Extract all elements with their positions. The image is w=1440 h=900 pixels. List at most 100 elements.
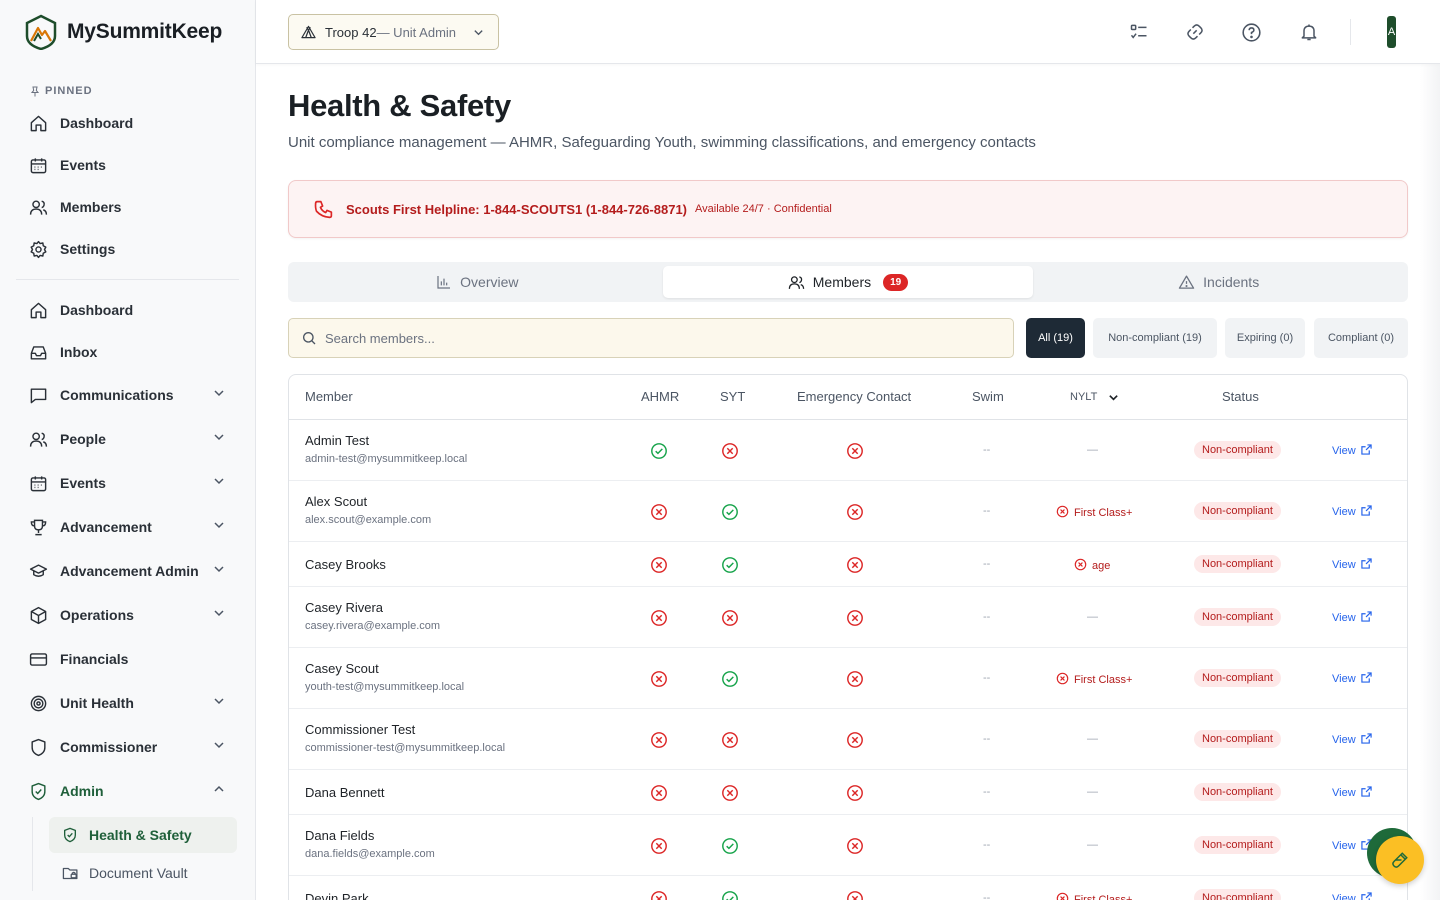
check-circle-icon: [721, 837, 739, 855]
sidebar: MySummitKeep PINNED Dashboard Events Mem…: [0, 0, 256, 900]
member-name[interactable]: Casey Rivera: [305, 600, 383, 615]
col-nylt[interactable]: NYLT: [1070, 391, 1097, 403]
tab-members[interactable]: Members 19: [662, 266, 1034, 298]
view-member-link[interactable]: View: [1332, 671, 1372, 686]
chevron-down-icon[interactable]: [1108, 392, 1119, 403]
col-ahmr[interactable]: AHMR: [641, 389, 679, 404]
filter-expiring[interactable]: Expiring (0): [1225, 318, 1305, 358]
external-link-icon: [1356, 785, 1372, 800]
swim-value: --: [983, 785, 991, 798]
table-row[interactable]: Alex Scout alex.scout@example.com -- First …: [289, 481, 1407, 542]
home-icon: [28, 113, 48, 133]
member-name[interactable]: Admin Test: [305, 433, 369, 448]
tab-incidents[interactable]: Incidents: [1033, 266, 1404, 298]
view-member-link[interactable]: View: [1332, 504, 1372, 519]
tab-overview[interactable]: Overview: [292, 266, 663, 298]
members-table: Member AHMR SYT Emergency Contact Swim N…: [288, 374, 1408, 900]
sidebar-item-commissioner[interactable]: Commissioner: [0, 725, 255, 769]
checklist-icon[interactable]: [1127, 20, 1151, 44]
member-name[interactable]: Commissioner Test: [305, 722, 415, 737]
table-row[interactable]: Devin Park -- First Class+ Non-compliant Vie…: [289, 876, 1407, 900]
sidebar-item-events[interactable]: Events: [0, 461, 255, 505]
avatar[interactable]: A: [1387, 16, 1396, 48]
pinned-item-settings[interactable]: Settings: [0, 228, 255, 270]
member-name[interactable]: Alex Scout: [305, 494, 367, 509]
unit-selector[interactable]: Troop 42 — Unit Admin: [288, 14, 499, 50]
table-row[interactable]: Casey Rivera casey.rivera@example.com -- — N…: [289, 587, 1407, 648]
table-row[interactable]: Dana Bennett -- — Non-compliant View: [289, 770, 1407, 815]
gear-icon: [28, 239, 48, 259]
unit-name: Troop 42: [325, 24, 377, 40]
view-member-link[interactable]: View: [1332, 785, 1372, 800]
table-row[interactable]: Casey Brooks -- age Non-compliant View: [289, 542, 1407, 587]
search-input[interactable]: [325, 330, 925, 346]
member-name[interactable]: Dana Bennett: [305, 785, 385, 800]
pinned-item-members[interactable]: Members: [0, 186, 255, 228]
check-circle-icon: [650, 442, 668, 460]
col-emergency-contact[interactable]: Emergency Contact: [797, 389, 911, 404]
sidebar-subitem-health-safety[interactable]: Health & Safety: [49, 817, 237, 853]
status-badge: Non-compliant: [1194, 607, 1281, 626]
graduation-cap-icon: [28, 561, 48, 581]
sidebar-item-unit-health[interactable]: Unit Health: [0, 681, 255, 725]
help-icon[interactable]: [1239, 20, 1263, 44]
page-subtitle: Unit compliance management — AHMR, Safeg…: [288, 134, 1036, 151]
sidebar-item-communications[interactable]: Communications: [0, 373, 255, 417]
users-icon: [28, 197, 48, 217]
test-tube-button[interactable]: [1376, 836, 1424, 884]
sidebar-item-people[interactable]: People: [0, 417, 255, 461]
filter-non-compliant[interactable]: Non-compliant (19): [1093, 318, 1217, 358]
admin-submenu: Health & Safety Document Vault: [32, 817, 255, 891]
col-swim[interactable]: Swim: [972, 389, 1004, 404]
table-row[interactable]: Admin Test admin-test@mysummitkeep.local -…: [289, 420, 1407, 481]
view-member-link[interactable]: View: [1332, 838, 1372, 853]
member-email: alex.scout@example.com: [305, 514, 432, 526]
users-icon: [28, 429, 48, 449]
pinned-item-dashboard[interactable]: Dashboard: [0, 102, 255, 144]
sidebar-item-inbox[interactable]: Inbox: [0, 331, 255, 373]
shield-check-icon: [61, 826, 79, 844]
col-member[interactable]: Member: [305, 389, 353, 404]
page-title: Health & Safety: [288, 88, 511, 123]
sidebar-item-dashboard[interactable]: Dashboard: [0, 289, 255, 331]
member-search[interactable]: [288, 318, 1014, 358]
chevron-down-icon: [214, 698, 224, 705]
pinned-item-events[interactable]: Events: [0, 144, 255, 186]
sidebar-item-admin[interactable]: Admin: [0, 769, 255, 813]
member-name[interactable]: Devin Park: [305, 891, 369, 900]
view-member-link[interactable]: View: [1332, 557, 1372, 572]
sidebar-subitem-document-vault[interactable]: Document Vault: [49, 855, 237, 891]
x-circle-icon: [721, 784, 739, 802]
sidebar-item-advancement[interactable]: Advancement: [0, 505, 255, 549]
chevron-down-icon: [214, 478, 224, 485]
sidebar-item-financials[interactable]: Financials: [0, 637, 255, 681]
x-circle-icon: [846, 503, 864, 521]
message-icon: [28, 385, 48, 405]
table-row[interactable]: Dana Fields dana.fields@example.com -- — Non…: [289, 815, 1407, 876]
member-name[interactable]: Casey Brooks: [305, 557, 386, 572]
helpline-text: Scouts First Helpline: 1-844-SCOUTS1 (1-…: [346, 201, 688, 217]
table-header: Member AHMR SYT Emergency Contact Swim N…: [289, 375, 1407, 420]
nylt-requirement: First Class+: [1056, 505, 1132, 521]
filter-compliant[interactable]: Compliant (0): [1314, 318, 1408, 358]
view-member-link[interactable]: View: [1332, 610, 1372, 625]
status-badge: Non-compliant: [1194, 501, 1281, 520]
brand[interactable]: MySummitKeep: [0, 0, 255, 64]
sidebar-item-advancement-admin[interactable]: Advancement Admin: [0, 549, 255, 593]
x-circle-icon: [721, 442, 739, 460]
view-member-link[interactable]: View: [1332, 443, 1372, 458]
filter-all[interactable]: All (19): [1026, 318, 1085, 358]
member-name[interactable]: Casey Scout: [305, 661, 379, 676]
col-status[interactable]: Status: [1222, 389, 1259, 404]
sidebar-item-operations[interactable]: Operations: [0, 593, 255, 637]
col-syt[interactable]: SYT: [720, 389, 745, 404]
view-member-link[interactable]: View: [1332, 891, 1372, 900]
bell-icon[interactable]: [1297, 20, 1321, 44]
check-circle-icon: [721, 890, 739, 900]
member-name[interactable]: Dana Fields: [305, 828, 374, 843]
table-row[interactable]: Casey Scout youth-test@mysummitkeep.local…: [289, 648, 1407, 709]
link-icon[interactable]: [1183, 20, 1207, 44]
sidebar-divider: [16, 279, 239, 280]
view-member-link[interactable]: View: [1332, 732, 1372, 747]
table-row[interactable]: Commissioner Test commissioner-test@mysum…: [289, 709, 1407, 770]
